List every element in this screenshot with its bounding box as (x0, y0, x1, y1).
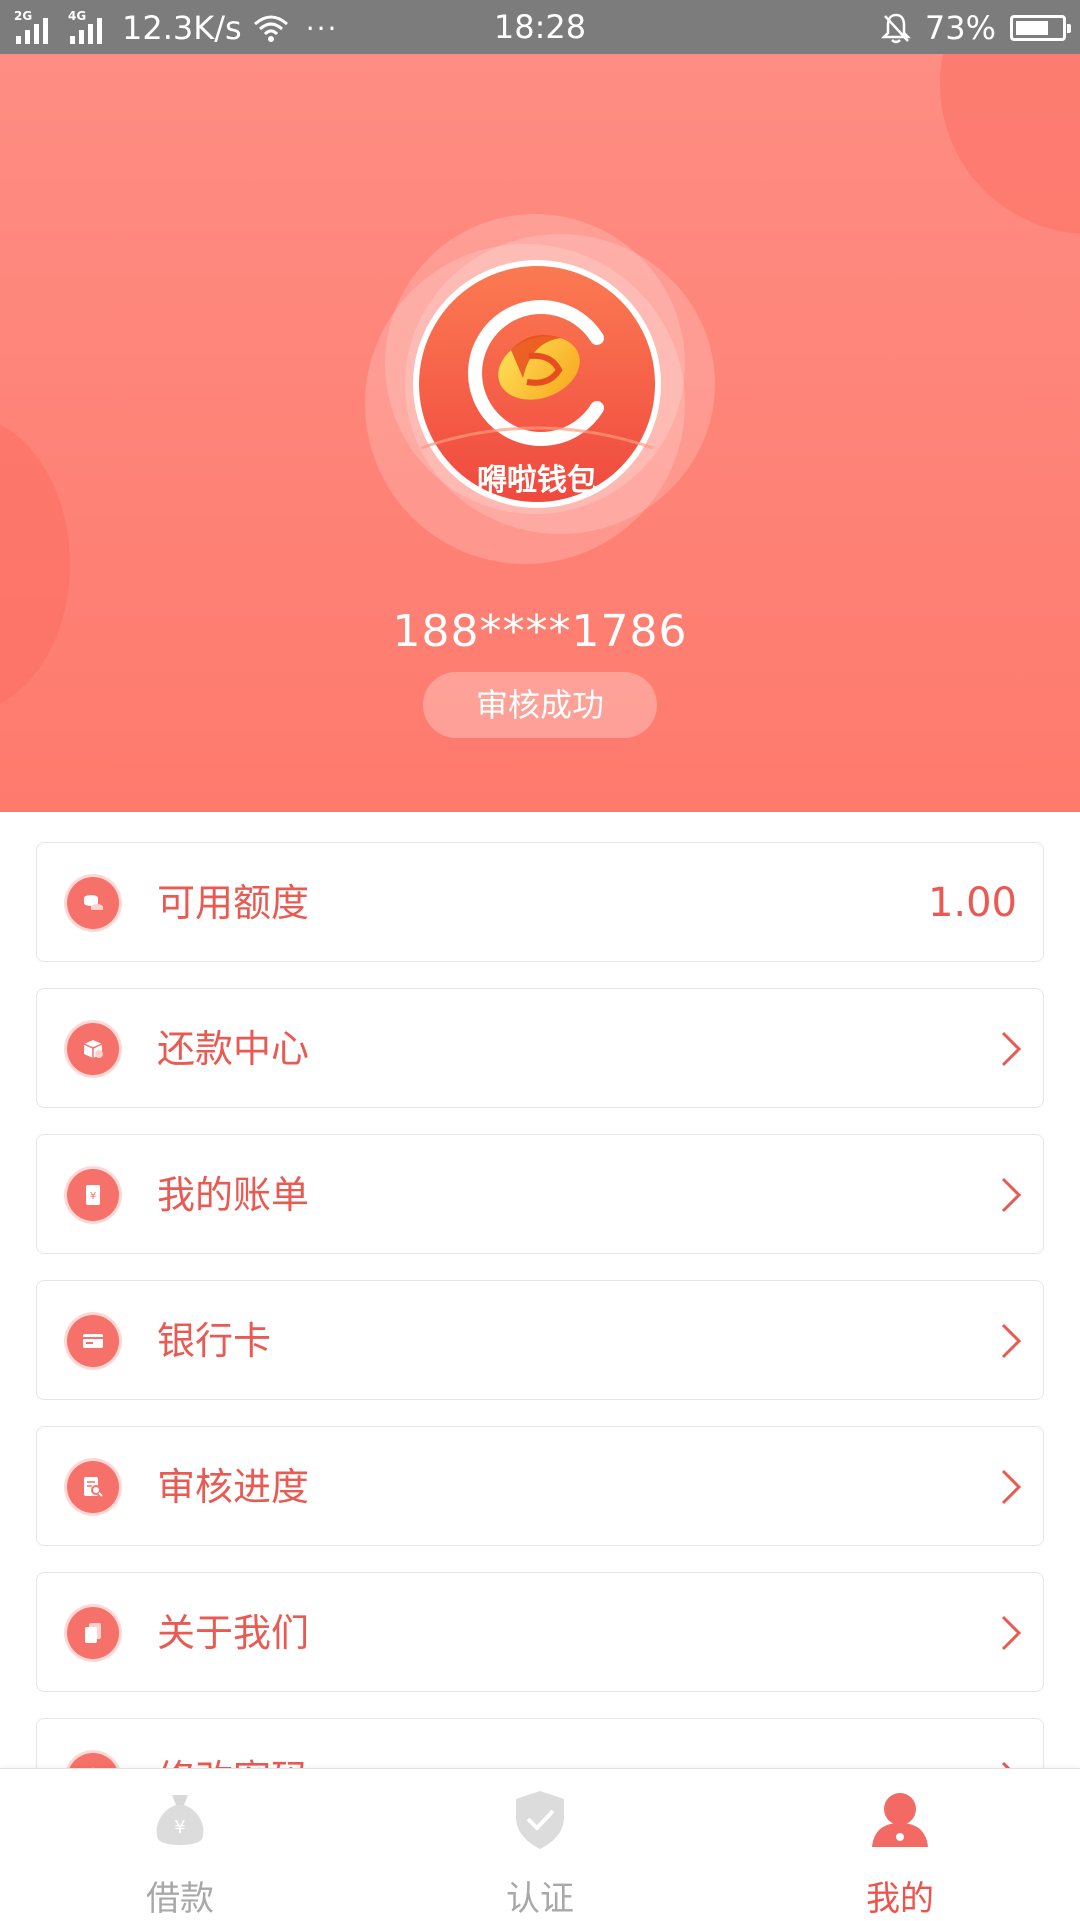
menu-list: 可用额度 1.00 还款中心 ¥ 我的账单 银行卡 审核进度 关于我们 (36, 842, 1044, 1864)
shield-icon (516, 1791, 564, 1849)
status-right: 73% (880, 8, 1071, 48)
menu-item-about-us[interactable]: 关于我们 (36, 1572, 1044, 1692)
menu-item-bank-card[interactable]: 银行卡 (36, 1280, 1044, 1400)
menu-item-review-progress[interactable]: 审核进度 (36, 1426, 1044, 1546)
menu-label: 可用额度 (157, 881, 310, 925)
chevron-right-icon (1001, 1469, 1022, 1505)
search-doc-icon (67, 1461, 119, 1513)
battery-percent: 73% (924, 9, 996, 47)
menu-label: 我的账单 (157, 1173, 310, 1217)
tab-label: 认证 (506, 1879, 574, 1919)
menu-label: 还款中心 (157, 1027, 310, 1071)
chevron-right-icon (1001, 1031, 1022, 1067)
copy-icon (67, 1607, 119, 1659)
logo-text: 嘚啦钱包 (477, 463, 597, 498)
card-icon (67, 1315, 119, 1367)
chevron-right-icon (1001, 1615, 1022, 1651)
money-bag-icon: ¥ (156, 1795, 204, 1845)
svg-text:¥: ¥ (90, 1191, 96, 1202)
decor-circle (0, 414, 70, 714)
status-badge: 审核成功 (423, 672, 657, 738)
bell-off-icon (880, 13, 911, 44)
profile-header: 嘚啦钱包 188****1786 审核成功 (0, 54, 1080, 812)
status-bar: 2G 4G 12.3K/s ··· 18:28 73% (0, 0, 1080, 54)
tab-loan[interactable]: ¥ 借款 (0, 1769, 360, 1921)
decor-circle (940, 54, 1080, 234)
app-logo: 嘚啦钱包 (413, 260, 661, 508)
menu-label: 关于我们 (157, 1611, 310, 1655)
bill-icon: ¥ (67, 1169, 119, 1221)
menu-item-repayment[interactable]: 还款中心 (36, 988, 1044, 1108)
chevron-right-icon (1001, 1177, 1022, 1213)
chevron-right-icon (1001, 1323, 1022, 1359)
tab-verify[interactable]: 认证 (360, 1769, 720, 1921)
avatar[interactable]: 嘚啦钱包 (365, 214, 715, 564)
credit-value: 1.00 (927, 880, 1017, 926)
menu-item-credit[interactable]: 可用额度 1.00 (36, 842, 1044, 962)
battery-level (1016, 21, 1048, 35)
person-icon (872, 1793, 928, 1847)
bottom-nav: ¥ 借款 认证 我的 (0, 1768, 1080, 1921)
menu-item-bills[interactable]: ¥ 我的账单 (36, 1134, 1044, 1254)
tab-label: 我的 (866, 1879, 934, 1919)
tab-mine[interactable]: 我的 (720, 1769, 1080, 1921)
battery-icon (1010, 15, 1071, 41)
tab-label: 借款 (146, 1879, 214, 1919)
coins-icon (67, 877, 119, 929)
box-icon (67, 1023, 119, 1075)
menu-label: 银行卡 (157, 1319, 272, 1363)
svg-text:¥: ¥ (174, 1817, 185, 1838)
menu-label: 审核进度 (157, 1465, 310, 1509)
user-phone: 188****1786 (392, 606, 688, 657)
